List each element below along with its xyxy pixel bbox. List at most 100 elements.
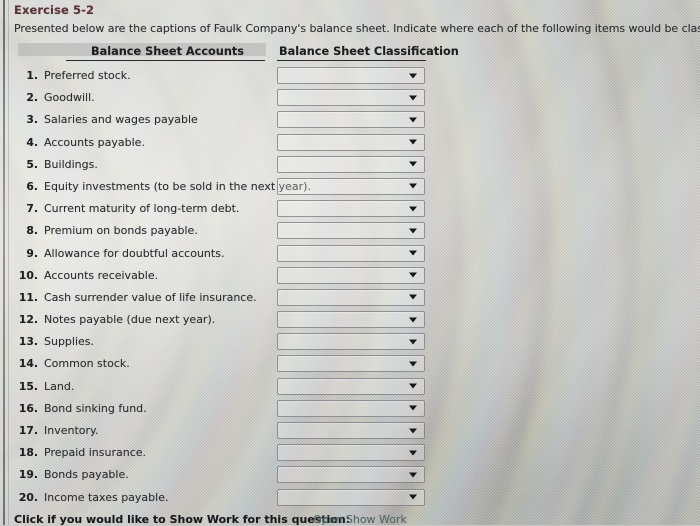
row-account-label: Premium on bonds payable. [44, 224, 198, 238]
chevron-down-icon [409, 272, 417, 278]
table-row: 2. Goodwill. [0, 88, 700, 110]
row-number: 18. [18, 446, 38, 460]
chevron-down-icon [409, 428, 417, 433]
chevron-down-icon [409, 317, 417, 323]
classification-dropdown[interactable] [277, 111, 425, 129]
row-number: 2. [26, 91, 38, 105]
row-number: 6. [26, 179, 38, 193]
chevron-down-icon [409, 117, 417, 123]
table-row: 4. Accounts payable. [0, 133, 700, 155]
column-header-accounts: Balance Sheet Accounts [91, 45, 245, 58]
classification-dropdown[interactable] [277, 155, 425, 173]
row-number: 10. [18, 268, 38, 282]
classification-dropdown[interactable] [277, 266, 425, 284]
open-show-work-link[interactable]: Open Show Work [313, 513, 407, 526]
table-row: 19. Bonds payable. [0, 465, 700, 487]
row-account-label: Accounts receivable. [44, 268, 159, 282]
row-number: 15. [18, 379, 38, 393]
classification-dropdown[interactable] [277, 222, 425, 240]
row-number: 12. [18, 313, 38, 327]
classification-dropdown[interactable] [277, 422, 425, 439]
chevron-down-icon [409, 472, 417, 478]
classification-dropdown[interactable] [277, 89, 425, 107]
chevron-down-icon [409, 95, 417, 101]
row-account-label: Equity investments (to be sold in the ne… [44, 179, 311, 193]
classification-dropdown[interactable] [277, 399, 425, 417]
row-number: 7. [26, 202, 38, 216]
row-number: 9. [26, 246, 38, 260]
classification-dropdown[interactable] [277, 444, 425, 462]
classification-dropdown[interactable] [277, 355, 425, 373]
row-account-label: Common stock. [44, 357, 130, 371]
row-account-label: Supplies. [44, 335, 95, 349]
table-row: 17. Inventory. [0, 421, 700, 443]
classification-dropdown[interactable] [277, 311, 425, 329]
table-row: 9. Allowance for doubtful accounts. [0, 244, 700, 266]
row-number: 3. [26, 113, 38, 127]
chevron-down-icon [409, 294, 417, 300]
chevron-down-icon [409, 494, 417, 500]
row-number: 14. [18, 357, 38, 371]
row-account-label: Salaries and wages payable [44, 113, 198, 127]
chevron-down-icon [409, 206, 417, 212]
classification-dropdown[interactable] [277, 377, 425, 395]
row-account-label: Goodwill. [44, 91, 95, 105]
chevron-down-icon [409, 161, 417, 167]
classification-dropdown[interactable] [277, 288, 425, 306]
classification-dropdown[interactable] [277, 488, 425, 506]
table-row: 5. Buildings. [0, 155, 700, 177]
accounts-header-underline [66, 60, 265, 62]
balance-sheet-items-list: 1. Preferred stock. 2. Goodwill. 3. Salaries … [0, 66, 700, 510]
table-row: 16. Bond sinking fund. [0, 399, 700, 421]
classification-dropdown[interactable] [277, 177, 425, 195]
row-account-label: Cash surrender value of life insurance. [44, 290, 257, 304]
chevron-down-icon [409, 383, 417, 389]
classification-dropdown[interactable] [277, 67, 425, 84]
table-row: 8. Premium on bonds payable. [0, 221, 700, 243]
row-number: 17. [18, 424, 38, 437]
row-account-label: Allowance for doubtful accounts. [44, 246, 225, 260]
table-row: 18. Prepaid insurance. [0, 443, 700, 465]
row-number: 8. [26, 224, 38, 238]
chevron-down-icon [409, 361, 417, 367]
row-number: 16. [18, 401, 38, 415]
table-row: 11. Cash surrender value of life insuranc… [0, 288, 700, 310]
table-row: 13. Supplies. [0, 332, 700, 354]
row-number: 11. [18, 290, 38, 304]
classification-dropdown[interactable] [277, 244, 425, 262]
row-number: 13. [18, 335, 38, 349]
row-account-label: Current maturity of long-term debt. [44, 202, 240, 216]
row-account-label: Notes payable (due next year). [44, 313, 216, 327]
column-header-classification: Balance Sheet Classification [279, 45, 459, 58]
classification-dropdown[interactable] [277, 466, 425, 484]
row-number: 5. [26, 157, 38, 171]
table-row: 6. Equity investments (to be sold in the … [0, 177, 700, 199]
row-account-label: Income taxes payable. [44, 490, 169, 504]
table-row: 7. Current maturity of long-term debt. [0, 199, 700, 221]
row-account-label: Bonds payable. [44, 468, 129, 482]
chevron-down-icon [409, 73, 417, 78]
row-account-label: Preferred stock. [44, 69, 131, 82]
classification-dropdown[interactable] [277, 133, 425, 151]
exercise-page: Exercise 5-2 Presented below are the cap… [0, 0, 700, 526]
classification-dropdown[interactable] [277, 333, 425, 351]
row-account-label: Prepaid insurance. [44, 446, 147, 460]
row-number: 20. [18, 490, 38, 504]
table-row: 1. Preferred stock. [0, 66, 700, 88]
chevron-down-icon [409, 339, 417, 345]
classification-dropdown[interactable] [277, 200, 425, 218]
table-row: 20. Income taxes payable. [0, 488, 700, 510]
chevron-down-icon [409, 450, 417, 456]
table-row: 12. Notes payable (due next year). [0, 310, 700, 332]
exercise-instructions: Presented below are the captions of Faul… [14, 22, 700, 35]
row-account-label: Accounts payable. [44, 135, 145, 149]
chevron-down-icon [409, 183, 417, 189]
row-number: 4. [26, 135, 38, 149]
table-row: 15. Land. [0, 377, 700, 399]
table-row: 10. Accounts receivable. [0, 266, 700, 288]
chevron-down-icon [409, 405, 417, 411]
chevron-down-icon [409, 250, 417, 256]
classification-header-underline [277, 60, 426, 62]
row-number: 19. [18, 468, 38, 482]
row-account-label: Bond sinking fund. [44, 401, 147, 415]
